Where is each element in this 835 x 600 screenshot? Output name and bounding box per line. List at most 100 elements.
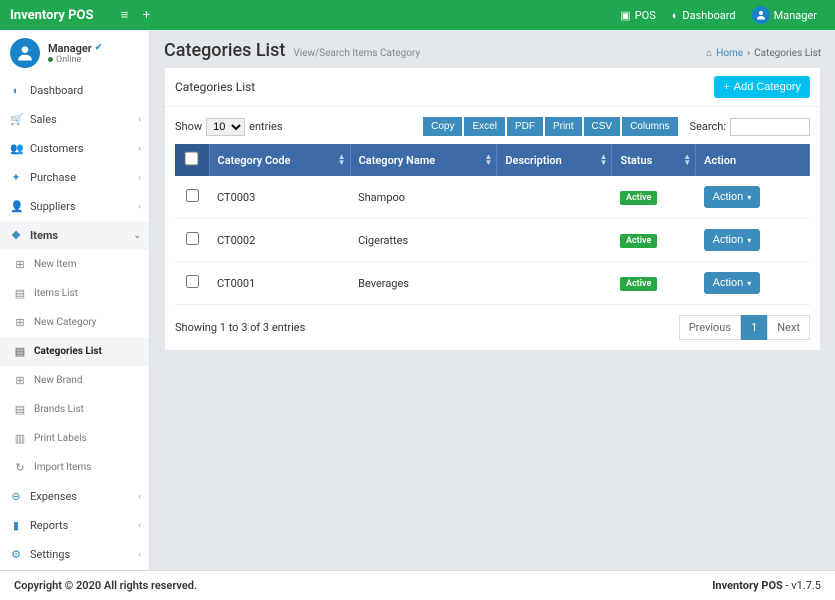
sidebar-user-block: Manager ✔ Online xyxy=(0,30,149,76)
sidebar-item-help[interactable]: ▭Help xyxy=(0,569,149,570)
avatar-icon xyxy=(752,6,770,24)
export-columns-button[interactable]: Columns xyxy=(622,117,677,136)
dt-length-select[interactable]: 10 xyxy=(206,118,245,136)
export-buttons: Copy Excel PDF Print CSV Columns xyxy=(423,117,677,136)
caret-down-icon: ▾ xyxy=(747,279,751,288)
sidebar-username: Manager ✔ xyxy=(48,42,102,55)
chart-icon: ▮ xyxy=(10,519,22,532)
list-icon: ▤ xyxy=(14,403,26,416)
plus-icon[interactable]: + xyxy=(135,4,157,26)
th-code[interactable]: Category Code▲▼ xyxy=(209,144,350,176)
cell-name: Cigerattes xyxy=(350,219,497,262)
pos-icon: ▣ xyxy=(620,9,630,22)
sidebar-item-expenses[interactable]: ⊖Expenses‹ xyxy=(0,482,149,511)
sidebar-item-items[interactable]: ❖Items⌄ xyxy=(0,221,149,250)
plus-square-icon: ⊞ xyxy=(14,374,26,387)
page-subtitle: View/Search Items Category xyxy=(293,48,420,59)
gauge-icon: ◐ xyxy=(10,84,22,97)
nav-dashboard-label: Dashboard xyxy=(682,9,735,22)
th-select-all[interactable] xyxy=(175,144,209,176)
dt-entries-label: entries xyxy=(249,120,282,133)
cell-desc xyxy=(497,219,612,262)
search-label: Search: xyxy=(690,120,726,133)
topbar: Inventory POS ≡ + ▣ POS ◐ Dashboard Mana… xyxy=(0,0,835,30)
table-row: CT0002CigerattesActiveAction ▾ xyxy=(175,219,810,262)
sidebar-item-dashboard[interactable]: ◐Dashboard xyxy=(0,76,149,105)
sort-icon: ▲▼ xyxy=(683,154,691,166)
th-status[interactable]: Status▲▼ xyxy=(612,144,696,176)
breadcrumb: ⌂ Home › Categories List xyxy=(706,48,821,59)
export-csv-button[interactable]: CSV xyxy=(584,117,621,136)
search-input[interactable] xyxy=(730,118,810,136)
export-copy-button[interactable]: Copy xyxy=(423,117,462,136)
cell-desc xyxy=(497,262,612,305)
row-action-button[interactable]: Action ▾ xyxy=(704,229,761,251)
nav-user[interactable]: Manager xyxy=(744,6,825,24)
footer-version: Inventory POS - v1.7.5 xyxy=(712,579,821,592)
th-desc[interactable]: Description▲▼ xyxy=(497,144,612,176)
sidebar-item-sales[interactable]: 🛒Sales‹ xyxy=(0,105,149,134)
dt-show-label: Show xyxy=(175,120,202,133)
chevron-down-icon: ⌄ xyxy=(133,231,141,241)
add-category-label: Add Category xyxy=(734,81,801,93)
sidebar-sub-new-item[interactable]: ⊞New Item xyxy=(0,250,149,279)
verified-icon: ✔ xyxy=(95,43,103,53)
pager-next[interactable]: Next xyxy=(767,315,810,340)
breadcrumb-home[interactable]: Home xyxy=(716,48,743,59)
nav-pos[interactable]: ▣ POS xyxy=(612,9,663,22)
chevron-left-icon: ‹ xyxy=(138,521,141,531)
status-badge: Active xyxy=(620,191,657,205)
categories-table: Category Code▲▼ Category Name▲▼ Descript… xyxy=(175,144,810,305)
chevron-left-icon: ‹ xyxy=(138,115,141,125)
sidebar-item-purchase[interactable]: ✦Purchase‹ xyxy=(0,163,149,192)
plus-square-icon: ⊞ xyxy=(14,258,26,271)
row-action-button[interactable]: Action ▾ xyxy=(704,186,761,208)
sidebar-sub-new-brand[interactable]: ⊞New Brand xyxy=(0,366,149,395)
row-action-button[interactable]: Action ▾ xyxy=(704,272,761,294)
nav-pos-label: POS xyxy=(635,9,656,22)
plus-square-icon: ⊞ xyxy=(14,316,26,329)
plus-icon: + xyxy=(723,81,729,93)
sort-icon: ▲▼ xyxy=(338,154,346,166)
purchase-icon: ✦ xyxy=(10,171,22,184)
th-action: Action xyxy=(696,144,810,176)
th-name[interactable]: Category Name▲▼ xyxy=(350,144,497,176)
sidebar-toggle-icon[interactable]: ≡ xyxy=(113,4,135,26)
sidebar-sub-brands-list[interactable]: ▤Brands List xyxy=(0,395,149,424)
nav-dashboard[interactable]: ◐ Dashboard xyxy=(664,9,744,22)
select-all-checkbox[interactable] xyxy=(185,151,199,165)
pager-previous[interactable]: Previous xyxy=(679,315,741,340)
pager-page-1[interactable]: 1 xyxy=(741,315,767,340)
chevron-left-icon: ‹ xyxy=(138,173,141,183)
sidebar-item-settings[interactable]: ⚙Settings‹ xyxy=(0,540,149,569)
caret-down-icon: ▾ xyxy=(747,236,751,245)
gear-icon: ⚙ xyxy=(10,548,22,561)
export-pdf-button[interactable]: PDF xyxy=(507,117,543,136)
sidebar-sub-import-items[interactable]: ↻Import Items xyxy=(0,453,149,482)
row-checkbox[interactable] xyxy=(186,189,199,202)
footer-copyright: Copyright © 2020 All rights reserved. xyxy=(14,579,197,592)
chevron-left-icon: ‹ xyxy=(138,144,141,154)
sidebar-item-customers[interactable]: 👥Customers‹ xyxy=(0,134,149,163)
dt-info: Showing 1 to 3 of 3 entries xyxy=(175,321,305,334)
row-checkbox[interactable] xyxy=(186,232,199,245)
brand[interactable]: Inventory POS xyxy=(10,8,93,23)
box-categories: Categories List + Add Category Show 10 e… xyxy=(164,67,821,351)
items-icon: ❖ xyxy=(10,229,22,242)
footer: Copyright © 2020 All rights reserved. In… xyxy=(0,570,835,600)
sidebar-item-reports[interactable]: ▮Reports‹ xyxy=(0,511,149,540)
sidebar-sub-categories-list[interactable]: ▤Categories List xyxy=(0,337,149,366)
sidebar-item-suppliers[interactable]: 👤Suppliers‹ xyxy=(0,192,149,221)
sidebar-sub-new-category[interactable]: ⊞New Category xyxy=(0,308,149,337)
home-icon: ⌂ xyxy=(706,48,712,59)
add-category-button[interactable]: + Add Category xyxy=(714,76,810,98)
cell-name: Shampoo xyxy=(350,176,497,219)
sidebar-sub-items-list[interactable]: ▤Items List xyxy=(0,279,149,308)
dashboard-icon: ◐ xyxy=(672,9,679,22)
row-checkbox[interactable] xyxy=(186,275,199,288)
cell-desc xyxy=(497,176,612,219)
content-header: Categories List View/Search Items Catego… xyxy=(150,30,835,67)
sidebar-sub-print-labels[interactable]: ▥Print Labels xyxy=(0,424,149,453)
export-excel-button[interactable]: Excel xyxy=(464,117,504,136)
export-print-button[interactable]: Print xyxy=(545,117,582,136)
